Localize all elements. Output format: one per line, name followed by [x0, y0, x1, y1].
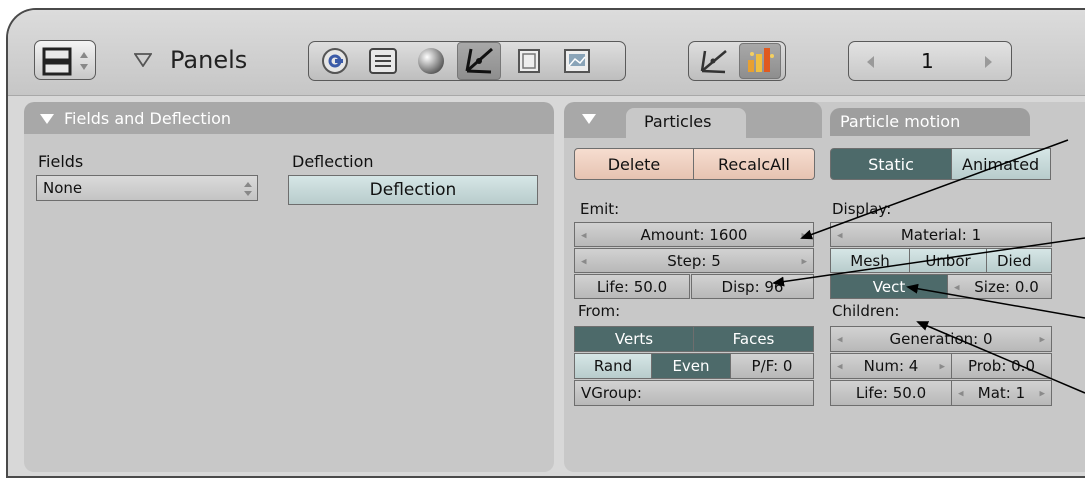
arrow-to-step [772, 237, 1085, 287]
arrow-to-mesh [906, 283, 1085, 319]
arrow-to-vect [916, 321, 1085, 394]
annotation-arrows [772, 139, 1085, 394]
screenshot-frame: Panels 1 Fields and Deflection Fields No… [0, 0, 1085, 478]
arrow-to-amount [800, 139, 1069, 240]
